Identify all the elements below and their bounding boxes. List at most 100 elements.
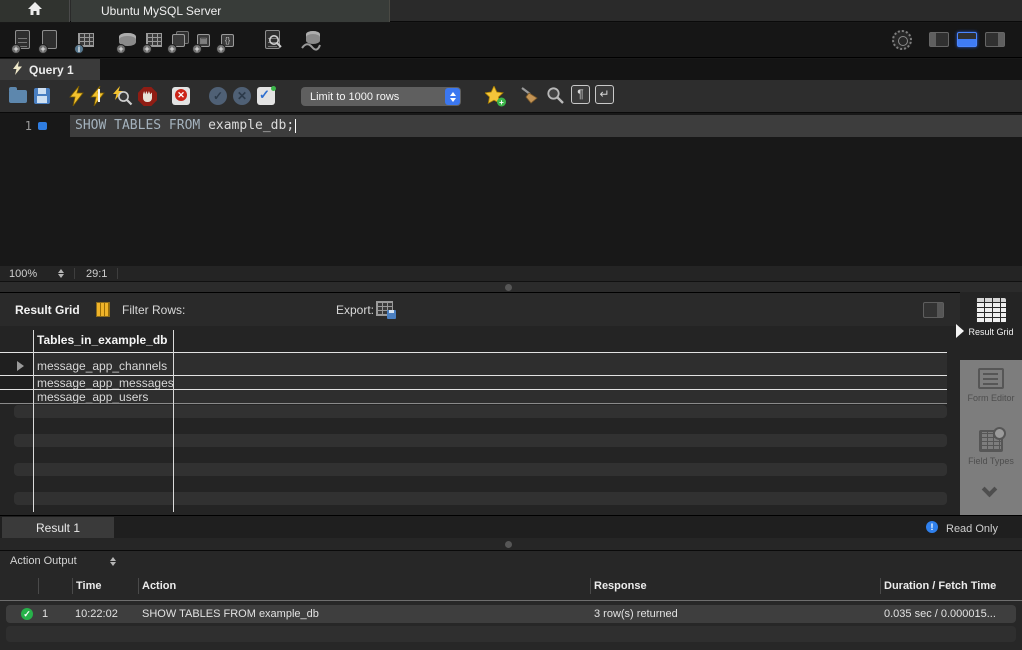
rollback-icon[interactable]: ✕ (233, 86, 253, 106)
empty-grid-row (14, 492, 947, 505)
tab-result-1[interactable]: Result 1 (2, 517, 114, 539)
toggle-grid-panel-icon[interactable] (923, 302, 944, 318)
splitter-handle-icon[interactable] (505, 284, 512, 291)
sql-keywords: SHOW TABLES FROM (75, 118, 208, 133)
text-caret (295, 119, 296, 133)
table-row[interactable]: message_app_messages (0, 376, 947, 389)
create-schema-icon[interactable]: + (116, 29, 140, 53)
row-duration: 0.035 sec / 0.000015... (884, 608, 996, 620)
sql-editor[interactable]: 1 SHOW TABLES FROM example_db; (0, 114, 1022, 265)
cell-value[interactable]: message_app_messages (37, 376, 174, 390)
sidebar-item-form-editor[interactable]: Form Editor (960, 368, 1022, 403)
bolt-icon (13, 61, 22, 78)
execute-icon[interactable] (69, 86, 89, 106)
chevron-down-icon[interactable] (982, 482, 998, 498)
beautify-icon[interactable] (520, 86, 540, 106)
toggle-left-panel-icon[interactable] (929, 32, 949, 47)
preferences-badge-icon[interactable] (892, 30, 912, 50)
main-toolbar: + + i + + + ▤+ {}+ (0, 23, 1022, 58)
connection-tab[interactable]: Ubuntu MySQL Server (71, 0, 390, 22)
row-gutter[interactable] (0, 376, 33, 389)
line-number: 1 (0, 115, 32, 137)
result-view-sidebar: Result Grid Form Editor Field Types (960, 292, 1022, 515)
save-icon[interactable] (33, 86, 53, 106)
open-sql-script-icon[interactable]: + (38, 29, 62, 53)
sidebar-item-label: Result Grid (960, 327, 1022, 337)
cell-value[interactable]: message_app_channels (37, 359, 167, 373)
form-editor-icon (978, 368, 1004, 389)
row-index: 1 (42, 608, 48, 620)
create-table-icon[interactable]: + (142, 29, 166, 53)
toggle-autocommit-icon[interactable]: ✓ (257, 86, 277, 106)
new-query-tab-icon[interactable]: + (11, 29, 35, 53)
row-gutter[interactable] (0, 353, 33, 375)
result-tabbar: Result 1 ! Read Only (0, 515, 1022, 538)
commit-icon[interactable]: ✓ (209, 86, 229, 106)
result-grid-area: Tables_in_example_db message_app_channel… (0, 326, 960, 515)
table-row[interactable]: message_app_users (0, 390, 947, 403)
result-output-splitter[interactable] (0, 538, 1022, 551)
success-check-icon: ✓ (21, 608, 33, 620)
output-selector-stepper[interactable] (110, 557, 116, 566)
inspector-icon[interactable]: i (74, 29, 98, 53)
sidebar-item-result-grid[interactable]: Result Grid (960, 298, 1022, 337)
create-view-icon[interactable]: + (167, 29, 191, 53)
find-icon[interactable] (546, 86, 566, 106)
empty-output-row (6, 626, 1016, 642)
query-tabbar: Query 1 (0, 59, 1022, 80)
toggle-bottom-panel-icon[interactable] (957, 32, 977, 47)
table-row[interactable]: message_app_channels (0, 353, 947, 375)
create-procedure-icon[interactable]: ▤+ (192, 29, 216, 53)
toggle-stop-on-error-icon[interactable]: ✕ (172, 86, 192, 106)
result-tab-label: Result 1 (36, 521, 80, 535)
col-header-duration[interactable]: Duration / Fetch Time (884, 580, 996, 592)
action-output-panel: Action Output Time Action Response Durat… (0, 551, 1022, 650)
sidebar-collapse-arrow-icon[interactable] (956, 324, 964, 338)
result-grid-icon (976, 298, 1006, 323)
output-row[interactable]: ✓ 1 10:22:02 SHOW TABLES FROM example_db… (6, 605, 1016, 623)
limit-rows-select[interactable]: Limit to 1000 rows (301, 87, 461, 106)
row-response: 3 row(s) returned (594, 608, 678, 620)
create-function-icon[interactable]: {}+ (216, 29, 240, 53)
tab-query-1[interactable]: Query 1 (0, 59, 100, 80)
select-stepper-icon (445, 88, 460, 105)
connection-tabbar: Ubuntu MySQL Server (0, 0, 1022, 22)
splitter-handle-icon[interactable] (505, 541, 512, 548)
reconnect-dbms-icon[interactable] (300, 29, 324, 53)
field-types-icon (979, 430, 1003, 452)
gutter-divider (33, 330, 34, 512)
col-header-time[interactable]: Time (76, 580, 101, 592)
result-grid-toolbar: Result Grid Filter Rows: Export: (0, 292, 1022, 326)
statement-marker-icon (38, 122, 47, 130)
cell-value[interactable]: message_app_users (37, 390, 148, 404)
open-file-icon[interactable] (9, 86, 29, 106)
search-objects-icon[interactable] (261, 29, 285, 53)
stop-icon[interactable] (138, 86, 158, 106)
col-header-action[interactable]: Action (142, 580, 176, 592)
zoom-stepper[interactable] (58, 269, 64, 278)
export-icon[interactable] (376, 301, 393, 316)
column-header[interactable]: Tables_in_example_db (37, 333, 168, 347)
toggle-wrap-icon[interactable]: ↵ (595, 85, 614, 104)
save-snippet-icon[interactable]: + (485, 86, 505, 106)
home-tab[interactable] (0, 0, 70, 22)
show-invisibles-icon[interactable]: ¶ (571, 85, 590, 104)
col-header-response[interactable]: Response (594, 580, 647, 592)
editor-result-splitter[interactable] (0, 281, 1022, 292)
row-gutter[interactable] (0, 390, 33, 403)
explain-icon[interactable] (112, 86, 132, 106)
zoom-level: 100% (9, 268, 37, 280)
grid-view-icon[interactable] (96, 302, 110, 317)
connection-tab-label: Ubuntu MySQL Server (101, 4, 221, 18)
result-grid-title: Result Grid (15, 303, 80, 317)
query-toolbar: ✕ ✓ ✕ ✓ Limit to 1000 rows + ¶ ↵ (0, 80, 1022, 113)
toggle-right-panel-icon[interactable] (985, 32, 1005, 47)
info-icon[interactable]: ! (926, 521, 938, 533)
sidebar-item-field-types[interactable]: Field Types (960, 430, 1022, 466)
code-line[interactable]: SHOW TABLES FROM example_db; (75, 115, 296, 137)
empty-grid-row (14, 434, 947, 447)
execute-current-icon[interactable] (90, 86, 110, 106)
column-divider[interactable] (173, 330, 174, 512)
editor-status-bar: 100% 29:1 (0, 266, 1022, 281)
sql-identifier: example_db; (208, 118, 294, 133)
